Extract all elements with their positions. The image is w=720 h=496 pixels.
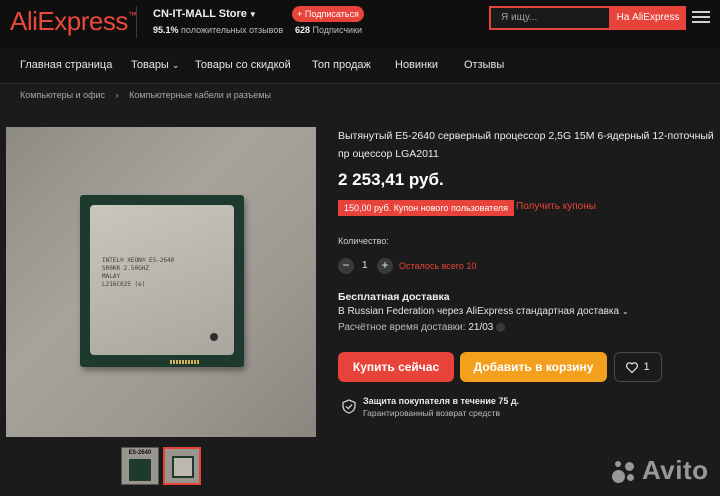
wishlist-count: 1	[643, 361, 650, 373]
get-coupons-link[interactable]: Получить купоны	[516, 201, 596, 212]
delivery-estimate: Расчётное время доставки: 21/03	[338, 322, 506, 333]
quantity-value[interactable]: 1	[362, 260, 368, 271]
quantity-label: Количество:	[338, 236, 389, 246]
product-title: Вытянутый E5-2640 серверный процессор 2,…	[338, 130, 714, 160]
heart-icon	[626, 361, 639, 373]
breadcrumb-item[interactable]: Компьютерные кабели и разъемы	[129, 90, 271, 100]
header: AliExpress™ CN-IT-MALL Store ▼ 95.1% поло…	[0, 0, 720, 48]
nav-item-home[interactable]: Главная страница	[20, 59, 112, 71]
nav-item-products[interactable]: Товары ⌄	[131, 59, 179, 71]
store-rating: 95.1% положительных отзывов	[153, 25, 284, 35]
thumbnail-cpu-image	[129, 459, 151, 481]
quantity-decrease-button[interactable]: −	[338, 258, 354, 274]
product-main-image[interactable]: INTEL® XEON® E5-2640 SR0KR 2.50GHZ MALAY…	[6, 127, 316, 437]
search-input[interactable]: Я ищу...	[489, 6, 611, 30]
avito-watermark: Avito	[612, 455, 709, 486]
menu-icon[interactable]	[692, 10, 714, 26]
breadcrumb-item[interactable]: Компьютеры и офис	[20, 90, 105, 100]
store-name-dropdown[interactable]: CN-IT-MALL Store ▼	[153, 8, 257, 20]
chevron-down-icon: ⌄	[171, 60, 180, 70]
cpu-contacts	[170, 360, 200, 364]
avito-logo-icon	[612, 460, 638, 484]
avito-watermark-text: Avito	[642, 455, 709, 485]
cpu-marker	[210, 333, 218, 341]
buyer-protection-title: Защита покупателя в течение 75 д.	[363, 396, 520, 406]
chevron-down-icon: ⌄	[622, 307, 629, 316]
buy-now-button[interactable]: Купить сейчас	[338, 352, 454, 382]
quantity-increase-button[interactable]: +	[377, 258, 393, 274]
breadcrumb: Компьютеры и офис › Компьютерные кабели …	[20, 90, 271, 100]
thumbnail-label: E5-2640	[128, 450, 152, 456]
search-button[interactable]: На AliExpress	[610, 6, 686, 30]
nav-item-new[interactable]: Новинки	[395, 59, 438, 71]
thumbnail-cpu-lid	[174, 458, 192, 476]
nav-item-sale[interactable]: Товары со скидкой	[195, 59, 291, 71]
store-nav: Главная страница Товары ⌄ Товары со скидк…	[0, 48, 720, 84]
cpu-label: INTEL® XEON® E5-2640 SR0KR 2.50GHZ MALAY…	[102, 257, 175, 288]
chevron-right-icon: ›	[115, 90, 119, 100]
header-divider	[136, 6, 137, 38]
thumbnail-2[interactable]	[163, 447, 201, 485]
shield-check-icon	[342, 399, 356, 414]
info-icon[interactable]	[496, 322, 506, 332]
cpu-heatspreader: INTEL® XEON® E5-2640 SR0KR 2.50GHZ MALAY…	[90, 205, 234, 355]
caret-down-icon: ▼	[248, 10, 257, 19]
cpu-photo: INTEL® XEON® E5-2640 SR0KR 2.50GHZ MALAY…	[80, 195, 244, 367]
add-to-cart-button[interactable]: Добавить в корзину	[460, 352, 607, 382]
buyer-protection-subtitle: Гарантированный возврат средств	[363, 408, 500, 418]
subscribers-count: 628 Подписчики	[295, 25, 363, 35]
product-price: 2 253,41 руб.	[338, 170, 444, 189]
nav-item-top-sales[interactable]: Топ продаж	[312, 59, 371, 71]
coupon-badge: 150,00 руб. Купон нового пользователя	[338, 200, 515, 216]
subscribe-button[interactable]: + Подписаться	[292, 6, 364, 22]
shipping-method-dropdown[interactable]: В Russian Federation через AliExpress ст…	[338, 306, 629, 317]
stock-remaining: Осталось всего 10	[399, 261, 477, 271]
wishlist-button[interactable]: 1	[614, 352, 662, 382]
shipping-title: Бесплатная доставка	[338, 291, 450, 303]
thumbnail-1[interactable]: E5-2640	[121, 447, 159, 485]
aliexpress-logo[interactable]: AliExpress™	[10, 6, 137, 37]
nav-item-reviews[interactable]: Отзывы	[464, 59, 504, 71]
